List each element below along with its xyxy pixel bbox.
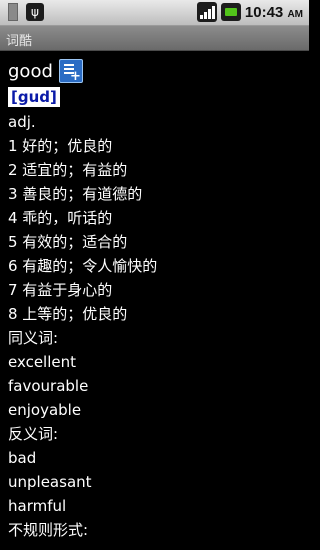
synonym-item: favourable	[8, 377, 89, 395]
status-bar: ψ 10:43 AM	[0, 0, 309, 26]
battery-icon	[220, 3, 241, 21]
dictionary-entry: good [gud] adj. 1 好的；优良的 2 适宜的；有益的 3 善良的…	[8, 58, 303, 542]
definition-item: 7 有益于身心的	[8, 281, 113, 299]
signal-icon	[196, 2, 217, 22]
app-title: 词酷	[6, 34, 33, 49]
definition-item: 3 善良的；有道德的	[8, 185, 143, 203]
antonym-item: bad	[8, 449, 37, 467]
antonyms-label: 反义词:	[8, 425, 59, 443]
phonetic[interactable]: [gud]	[8, 87, 60, 107]
definition-item: 1 好的；优良的	[8, 137, 113, 155]
headword: good	[8, 60, 53, 82]
add-to-wordbook-icon[interactable]	[58, 59, 83, 84]
title-bar: 词酷	[0, 26, 309, 51]
definition-item: 5 有效的；适合的	[8, 233, 128, 251]
irregular-forms-label: 不规则形式:	[8, 521, 89, 539]
synonym-item: enjoyable	[8, 401, 82, 419]
definition-item: 2 适宜的；有益的	[8, 161, 128, 179]
part-of-speech: adj.	[8, 113, 36, 131]
clock-ampm: AM	[287, 8, 303, 20]
antonym-item: unpleasant	[8, 473, 92, 491]
definition-item: 8 上等的；优良的	[8, 305, 128, 323]
clock: 10:43 AM	[245, 4, 303, 21]
headword-row: good	[8, 58, 303, 84]
synonym-item: excellent	[8, 353, 77, 371]
definition-item: 6 有趣的；令人愉快的	[8, 257, 158, 275]
antonym-item: harmful	[8, 497, 67, 515]
synonyms-label: 同义词:	[8, 329, 59, 347]
clock-time: 10:43	[244, 3, 284, 21]
sim-icon	[8, 3, 18, 21]
definition-item: 4 乖的，听话的	[8, 209, 113, 227]
usb-icon: ψ	[26, 3, 44, 21]
